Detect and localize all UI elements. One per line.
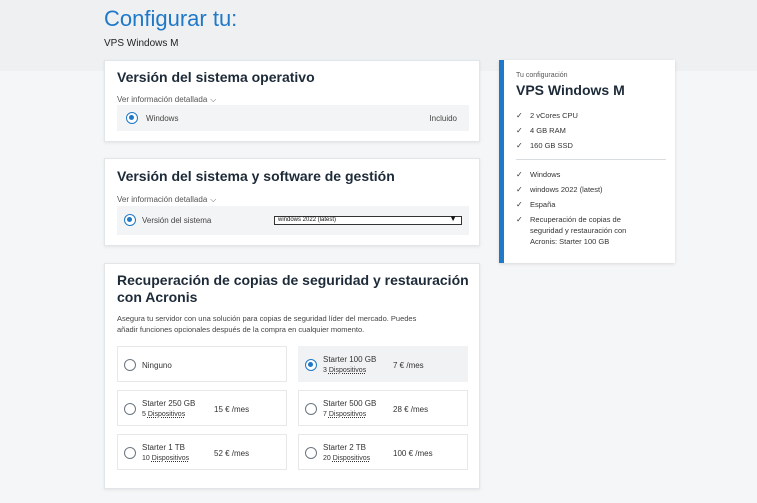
page-title: Configurar tu: <box>104 6 238 31</box>
backup-option-price: 7 € /mes <box>393 361 424 370</box>
devices-link[interactable]: Dispositivos <box>329 411 366 418</box>
device-count: 3 <box>323 367 327 374</box>
backup-option-starter-2tb[interactable]: Starter 2 TB 20 Dispositivos 100 € /mes <box>298 434 468 470</box>
backup-description-line1: Asegura tu servidor con una solución par… <box>117 314 417 323</box>
summary-label: Tu configuración <box>516 72 568 79</box>
summary-choices-list: ✓ Windows ✓ windows 2022 (latest) ✓ España … <box>516 167 626 247</box>
backup-option-devices: 20 Dispositivos <box>323 455 370 462</box>
backup-option-starter-1tb[interactable]: Starter 1 TB 10 Dispositivos 52 € /mes <box>117 434 287 470</box>
backup-card: Recuperación de copias de seguridad y re… <box>104 263 480 489</box>
summary-spec-text: 4 GB RAM <box>530 126 566 135</box>
backup-option-devices: 7 Dispositivos <box>323 411 366 418</box>
backup-option-name: Starter 100 GB <box>323 355 377 364</box>
software-details-link[interactable]: Ver información detallada ⌵ <box>117 189 216 207</box>
os-details-link-label: Ver información detallada <box>117 95 208 104</box>
check-icon: ✓ <box>516 200 523 209</box>
backup-option-price: 15 € /mes <box>214 405 250 414</box>
devices-link[interactable]: Dispositivos <box>148 411 185 418</box>
backup-option-devices: 3 Dispositivos <box>323 367 366 374</box>
summary-choice-item: ✓ España <box>516 197 626 212</box>
summary-plan-name: VPS Windows M <box>516 82 625 98</box>
backup-option-name: Starter 2 TB <box>323 443 366 452</box>
backup-title-line1: Recuperación de copias de seguridad y re… <box>117 272 469 288</box>
backup-starter-500-radio[interactable] <box>305 403 317 415</box>
check-icon: ✓ <box>516 141 523 150</box>
backup-option-price: 52 € /mes <box>214 449 250 458</box>
summary-backup-line3: Acronis: Starter 100 GB <box>530 237 610 246</box>
summary-spec-item: ✓ 2 vCores CPU <box>516 108 578 123</box>
system-version-select-value: windows 2022 (latest) <box>278 217 337 223</box>
software-version-card: Versión del sistema y software de gestió… <box>104 158 480 246</box>
backup-description-line2: añadir funciones opcionales después de l… <box>117 325 365 334</box>
chevron-down-icon: ⌵ <box>210 195 217 204</box>
backup-starter-2tb-radio[interactable] <box>305 447 317 459</box>
backup-option-starter-500[interactable]: Starter 500 GB 7 Dispositivos 28 € /mes <box>298 390 468 426</box>
page-subtitle: VPS Windows M <box>104 38 179 49</box>
summary-choice-item: ✓ windows 2022 (latest) <box>516 182 626 197</box>
check-icon: ✓ <box>516 170 523 179</box>
check-icon: ✓ <box>516 215 523 224</box>
backup-starter-1tb-radio[interactable] <box>124 447 136 459</box>
software-details-link-label: Ver información detallada <box>117 195 208 204</box>
summary-backup-line2: seguridad y restauración con <box>530 226 627 235</box>
summary-spec-text: 2 vCores CPU <box>530 111 578 120</box>
devices-link[interactable]: Dispositivos <box>152 455 189 462</box>
os-windows-radio[interactable] <box>126 112 138 124</box>
software-option-row[interactable]: Versión del sistema windows 2022 (latest… <box>117 206 469 235</box>
summary-choice-text: Windows <box>530 170 561 179</box>
backup-option-none[interactable]: Ninguno <box>117 346 287 382</box>
backup-option-starter-100[interactable]: Starter 100 GB 3 Dispositivos 7 € /mes <box>298 346 468 382</box>
os-version-title: Versión del sistema operativo <box>117 69 315 85</box>
summary-backup-item: ✓ Recuperación de copias de seguridad y re… <box>516 214 626 247</box>
backup-none-radio[interactable] <box>124 359 136 371</box>
summary-spec-text: 160 GB SSD <box>530 141 573 150</box>
backup-option-starter-250[interactable]: Starter 250 GB 5 Dispositivos 15 € /mes <box>117 390 287 426</box>
summary-divider <box>516 159 666 160</box>
device-count: 10 <box>142 455 150 462</box>
device-count: 7 <box>323 411 327 418</box>
devices-link[interactable]: Dispositivos <box>333 455 370 462</box>
backup-option-price: 28 € /mes <box>393 405 429 414</box>
configuration-summary: Tu configuración VPS Windows M ✓ 2 vCores… <box>499 60 675 263</box>
check-icon: ✓ <box>516 111 523 120</box>
backup-option-devices: 5 Dispositivos <box>142 411 185 418</box>
system-version-label: Versión del sistema <box>142 216 212 225</box>
os-option-label: Windows <box>146 114 179 123</box>
backup-starter-250-radio[interactable] <box>124 403 136 415</box>
chevron-down-icon: ▼ <box>449 214 457 223</box>
system-version-radio[interactable] <box>124 214 136 226</box>
summary-spec-item: ✓ 4 GB RAM <box>516 123 578 138</box>
backup-option-name: Starter 250 GB <box>142 399 196 408</box>
os-option-windows[interactable]: Windows Incluido <box>117 105 469 131</box>
backup-option-name: Starter 500 GB <box>323 399 377 408</box>
os-version-card: Versión del sistema operativo Ver inform… <box>104 60 480 142</box>
summary-choice-text: España <box>530 200 556 209</box>
devices-link[interactable]: Dispositivos <box>329 367 366 374</box>
device-count: 20 <box>323 455 331 462</box>
summary-choice-item: ✓ Windows <box>516 167 626 182</box>
device-count: 5 <box>142 411 146 418</box>
check-icon: ✓ <box>516 185 523 194</box>
check-icon: ✓ <box>516 126 523 135</box>
backup-option-devices: 10 Dispositivos <box>142 455 189 462</box>
backup-title-line2: con Acronis <box>117 289 198 305</box>
backup-option-name: Starter 1 TB <box>142 443 185 452</box>
system-version-select[interactable]: windows 2022 (latest) ▼ <box>274 214 462 225</box>
os-option-status: Incluido <box>429 114 457 123</box>
summary-specs-list: ✓ 2 vCores CPU ✓ 4 GB RAM ✓ 160 GB SSD <box>516 108 578 153</box>
backup-option-name: Ninguno <box>142 361 172 370</box>
backup-option-price: 100 € /mes <box>393 449 433 458</box>
summary-spec-item: ✓ 160 GB SSD <box>516 138 578 153</box>
software-version-title: Versión del sistema y software de gestió… <box>117 168 395 184</box>
summary-backup-line1: Recuperación de copias de <box>530 215 621 224</box>
summary-choice-text: windows 2022 (latest) <box>530 185 603 194</box>
chevron-down-icon: ⌵ <box>210 95 217 104</box>
backup-starter-100-radio[interactable] <box>305 359 317 371</box>
